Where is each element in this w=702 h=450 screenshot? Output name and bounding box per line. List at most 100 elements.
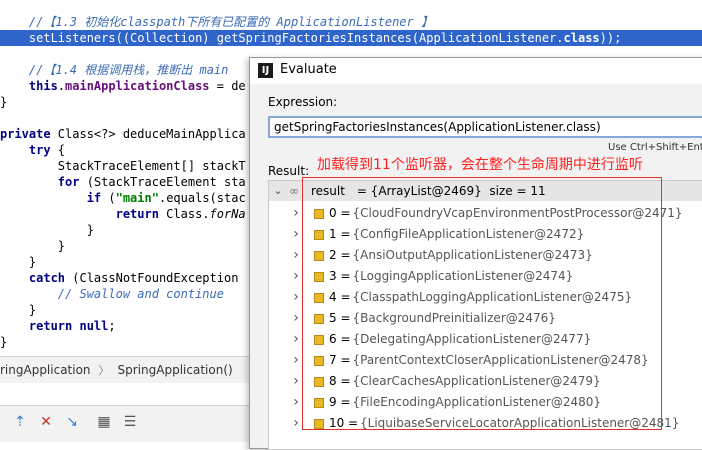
result-root-row[interactable]: ⌄ ∞ result = {ArrayList@2469} size = 11 — [269, 181, 702, 201]
chevron-right-icon[interactable]: › — [291, 392, 301, 413]
code-token: catch — [0, 271, 66, 285]
chevron-right-icon[interactable]: › — [291, 245, 301, 266]
result-tree[interactable]: ⌄ ∞ result = {ArrayList@2469} size = 11 … — [268, 180, 702, 450]
code-token: // Swallow and continue — [0, 287, 224, 301]
result-item-row[interactable]: › 1 = {ConfigFileApplicationListener@2472} — [269, 224, 702, 245]
object-icon — [314, 356, 324, 366]
chevron-right-icon[interactable]: › — [291, 287, 301, 308]
code-token: ( — [101, 191, 116, 205]
code-token: setListeners((Collection) getSpringFacto… — [0, 31, 564, 45]
breadcrumb-item-method[interactable]: SpringApplication() — [118, 357, 233, 383]
shortcut-hint: Use Ctrl+Shift+Ent — [608, 142, 702, 153]
code-token: } — [0, 335, 8, 349]
item-index: 7 — [329, 353, 337, 367]
result-value: = {ArrayList@2469} size = 11 — [353, 184, 546, 198]
item-value: {AnsiOutputApplicationListener@2473} — [352, 248, 593, 262]
result-item-row[interactable]: › 7 = {ParentContextCloserApplicationListen… — [269, 350, 702, 371]
item-equals: = — [340, 290, 351, 304]
item-equals: = — [340, 332, 351, 346]
item-equals: = — [340, 374, 351, 388]
item-value: {ConfigFileApplicationListener@2472} — [352, 227, 585, 241]
code-token: Class<?> deduceMainApplica — [50, 127, 246, 141]
result-item-row[interactable]: › 0 = {CloudFoundryVcapEnvironmentPostProce… — [269, 203, 702, 224]
chevron-right-icon[interactable]: › — [291, 371, 301, 392]
item-equals: = — [348, 416, 359, 430]
item-index: 1 — [329, 227, 337, 241]
code-token: (StackTraceElement sta — [79, 175, 246, 189]
code-token: mainApplicationClass — [65, 79, 210, 93]
code-token: } — [0, 223, 94, 237]
breadcrumb-item-class[interactable]: ringApplication — [0, 357, 91, 383]
settings-list-icon[interactable]: ☰ — [122, 414, 138, 430]
item-equals: = — [340, 248, 351, 262]
code-token: )); — [599, 31, 622, 45]
object-icon — [314, 377, 324, 387]
item-equals: = — [340, 269, 351, 283]
chevron-right-icon[interactable]: › — [291, 203, 301, 224]
item-index: 10 — [329, 416, 345, 430]
expression-input[interactable]: getSpringFactoriesInstances(ApplicationL… — [268, 116, 702, 138]
code-token: forNa — [209, 207, 246, 221]
result-item-row[interactable]: › 2 = {AnsiOutputApplicationListener@2473} — [269, 245, 702, 266]
item-value: {CloudFoundryVcapEnvironmentPostProcesso… — [352, 206, 683, 220]
result-item-row[interactable]: › 8 = {ClearCachesApplicationListener@2479} — [269, 371, 702, 392]
item-value: {ClearCachesApplicationListener@2479} — [352, 374, 601, 388]
code-token: { — [50, 143, 66, 157]
result-item-row[interactable]: › 10 = {LiquibaseServiceLocatorApplicationL… — [269, 413, 702, 434]
run-to-cursor-icon[interactable]: ↘ — [64, 414, 80, 430]
code-token: if — [0, 191, 102, 205]
code-token: return — [0, 207, 159, 221]
code-token: (ClassNotFoundException — [65, 271, 239, 285]
code-token: } — [0, 255, 37, 269]
chevron-right-icon[interactable]: › — [291, 266, 301, 287]
code-line[interactable]: setListeners((Collection) getSpringFacto… — [0, 30, 702, 46]
object-icon — [314, 272, 324, 282]
code-token: try — [0, 143, 51, 157]
result-item-row[interactable]: › 9 = {FileEncodingApplicationListener@2480… — [269, 392, 702, 413]
result-item-row[interactable]: › 4 = {ClasspathLoggingApplicationListener@… — [269, 287, 702, 308]
code-token: "main" — [115, 191, 159, 205]
item-equals: = — [340, 311, 351, 325]
code-token: private — [0, 127, 51, 141]
expression-label: Expression: — [268, 95, 338, 109]
code-token: } — [0, 239, 66, 253]
chevron-right-icon[interactable]: › — [291, 413, 301, 434]
code-line[interactable]: //【1.3 初始化classpath下所有已配置的 ApplicationLi… — [0, 14, 702, 30]
item-value: {LiquibaseServiceLocatorApplicationListe… — [360, 416, 680, 430]
code-token: = de — [209, 79, 246, 93]
code-token: return null — [0, 319, 109, 333]
breadcrumb-separator: 〉 — [98, 364, 110, 377]
dialog-title: Evaluate — [280, 62, 337, 77]
code-token: . — [57, 79, 66, 93]
item-index: 0 — [329, 206, 337, 220]
item-value: {LoggingApplicationListener@2474} — [352, 269, 574, 283]
watch-infinity-icon: ∞ — [289, 184, 299, 198]
item-value: {BackgroundPreinitializer@2476} — [352, 311, 556, 325]
result-item-row[interactable]: › 3 = {LoggingApplicationListener@2474} — [269, 266, 702, 287]
item-index: 2 — [329, 248, 337, 262]
object-icon — [314, 209, 324, 219]
chevron-right-icon[interactable]: › — [291, 350, 301, 371]
result-item-row[interactable]: › 6 = {DelegatingApplicationListener@2477} — [269, 329, 702, 350]
chevron-down-icon[interactable]: ⌄ — [273, 181, 283, 201]
result-item-row[interactable]: › 5 = {BackgroundPreinitializer@2476} — [269, 308, 702, 329]
item-index: 6 — [329, 332, 337, 346]
step-out-icon[interactable]: ⇡ — [12, 414, 28, 430]
intellij-icon: IJ — [258, 63, 273, 78]
annotation-text: 加载得到11个监听器，会在整个生命周期中进行监听 — [317, 157, 643, 173]
result-label: Result: — [268, 164, 310, 178]
grid-icon[interactable]: ▦ — [96, 414, 112, 430]
chevron-right-icon[interactable]: › — [291, 329, 301, 350]
code-token: } — [0, 303, 37, 317]
code-token: this — [0, 79, 58, 93]
chevron-right-icon[interactable]: › — [291, 308, 301, 329]
object-icon — [314, 314, 324, 324]
object-icon — [314, 419, 324, 429]
item-value: {FileEncodingApplicationListener@2480} — [352, 395, 602, 409]
item-value: {ClasspathLoggingApplicationListener@247… — [352, 290, 633, 304]
drop-frame-icon[interactable]: ✕ — [38, 414, 54, 430]
item-value: {DelegatingApplicationListener@2477} — [352, 332, 592, 346]
chevron-right-icon[interactable]: › — [291, 224, 301, 245]
item-value: {ParentContextCloserApplicationListener@… — [352, 353, 649, 367]
dialog-title-bar[interactable]: IJ Evaluate — [250, 58, 702, 84]
